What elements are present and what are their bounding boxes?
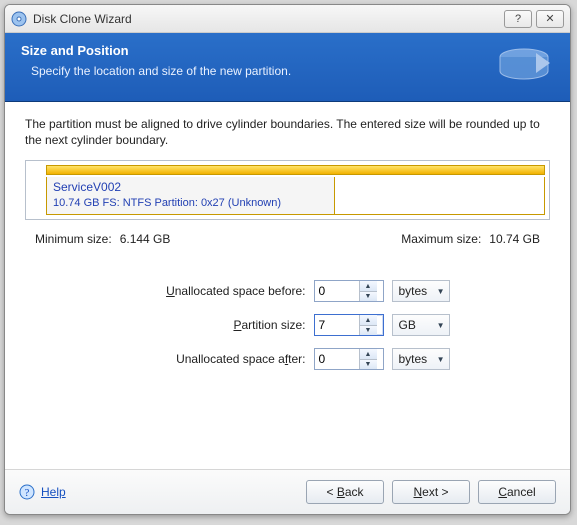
unallocated-before-input[interactable] [315, 281, 359, 301]
unallocated-after-input[interactable] [315, 349, 359, 369]
partition-size-spinner[interactable]: ▲ ▼ [314, 314, 384, 336]
max-size-label: Maximum size: [401, 232, 481, 246]
next-button[interactable]: Next > [392, 480, 470, 504]
instruction-text: The partition must be aligned to drive c… [25, 116, 550, 148]
spin-down-icon[interactable]: ▼ [360, 359, 377, 370]
form-area: Unallocated space before: ▲ ▼ bytes▼ Par… [25, 280, 550, 370]
partition-name: ServiceV002 [53, 180, 328, 196]
cancel-button[interactable]: Cancel [478, 480, 556, 504]
header-banner: Size and Position Specify the location a… [5, 33, 570, 102]
partition-graphic-icon [494, 43, 554, 87]
spin-up-icon[interactable]: ▲ [360, 281, 377, 291]
unallocated-after-unit-select[interactable]: bytes▼ [392, 348, 450, 370]
back-button[interactable]: < Back [306, 480, 384, 504]
partition-diagram: ServiceV002 10.74 GB FS: NTFS Partition:… [25, 160, 550, 220]
spin-up-icon[interactable]: ▲ [360, 349, 377, 359]
unallocated-before-unit-select[interactable]: bytes▼ [392, 280, 450, 302]
partition-bar[interactable] [46, 165, 545, 175]
partition-info: ServiceV002 10.74 GB FS: NTFS Partition:… [46, 177, 335, 215]
min-size-label: Minimum size: [35, 232, 112, 246]
chevron-down-icon: ▼ [437, 321, 445, 330]
footer: ? Help < Back Next > Cancel [5, 469, 570, 514]
svg-text:?: ? [25, 487, 30, 499]
unallocated-before-spinner[interactable]: ▲ ▼ [314, 280, 384, 302]
chevron-down-icon: ▼ [437, 287, 445, 296]
partition-empty-region [335, 177, 545, 215]
titlebar: Disk Clone Wizard ? ✕ [5, 5, 570, 33]
spin-up-icon[interactable]: ▲ [360, 315, 377, 325]
chevron-down-icon: ▼ [437, 355, 445, 364]
wizard-window: Disk Clone Wizard ? ✕ Size and Position … [4, 4, 571, 515]
help-link[interactable]: ? Help [19, 484, 66, 500]
spin-down-icon[interactable]: ▼ [360, 325, 377, 336]
partition-size-unit-select[interactable]: GB▼ [392, 314, 450, 336]
disk-icon [11, 11, 27, 27]
help-icon: ? [19, 484, 35, 500]
close-icon[interactable]: ✕ [536, 10, 564, 28]
content-area: The partition must be aligned to drive c… [5, 102, 570, 469]
unallocated-after-spinner[interactable]: ▲ ▼ [314, 348, 384, 370]
size-limits-row: Minimum size: 6.144 GB Maximum size: 10.… [25, 226, 550, 246]
window-title: Disk Clone Wizard [33, 12, 504, 26]
max-size-value: 10.74 GB [489, 232, 540, 246]
partition-size-input[interactable] [315, 315, 359, 335]
partition-size-label: Partition size: [126, 318, 306, 332]
unallocated-before-label: Unallocated space before: [126, 284, 306, 298]
header-title: Size and Position [21, 43, 494, 58]
header-description: Specify the location and size of the new… [21, 64, 494, 78]
help-button-icon[interactable]: ? [504, 10, 532, 28]
min-size-value: 6.144 GB [120, 232, 171, 246]
partition-detail: 10.74 GB FS: NTFS Partition: 0x27 (Unkno… [53, 196, 328, 210]
spin-down-icon[interactable]: ▼ [360, 291, 377, 302]
unallocated-after-label: Unallocated space after: [126, 352, 306, 366]
